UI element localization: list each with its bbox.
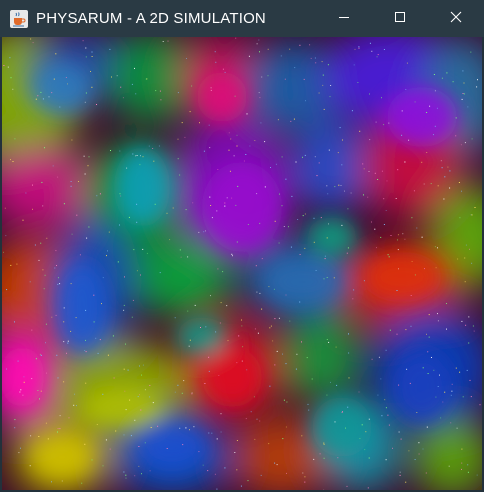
close-icon: [450, 10, 462, 28]
title-bar[interactable]: PHYSARUM - A 2D SIMULATION: [0, 0, 484, 37]
simulation-canvas[interactable]: [2, 37, 482, 490]
maximize-button[interactable]: [372, 0, 428, 37]
minimize-icon: [338, 10, 350, 28]
close-button[interactable]: [428, 0, 484, 37]
java-coffee-cup-icon: [10, 9, 28, 28]
physarum-trail-map: [2, 37, 482, 490]
app-window: PHYSARUM - A 2D SIMULATION: [0, 0, 484, 492]
minimize-button[interactable]: [316, 0, 372, 37]
maximize-icon: [394, 10, 406, 28]
window-title: PHYSARUM - A 2D SIMULATION: [36, 10, 266, 27]
